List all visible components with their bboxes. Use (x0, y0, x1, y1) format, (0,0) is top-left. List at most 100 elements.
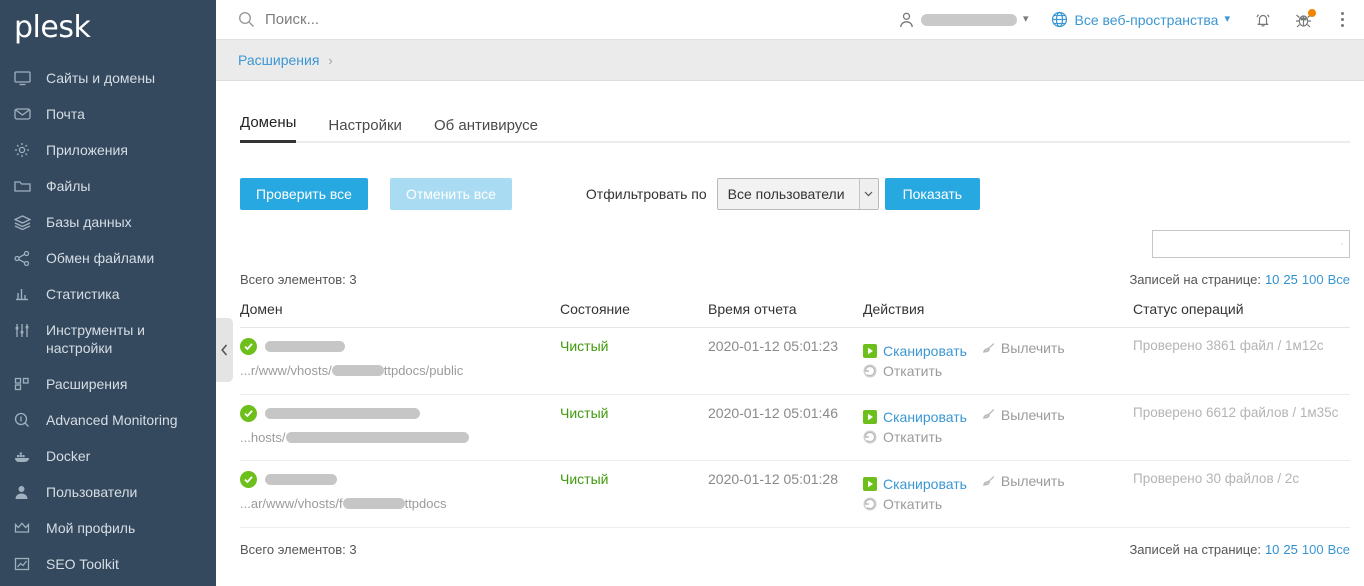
action-scan-label[interactable]: Сканировать (883, 474, 967, 494)
col-header-actions: Действия (863, 295, 1133, 328)
table-body: ...r/www/vhosts/ttpdocs/public Чистый 2020… (240, 327, 1350, 528)
action-scan[interactable]: Сканировать (863, 474, 967, 494)
bell-icon (1256, 13, 1270, 27)
action-scan[interactable]: Сканировать (863, 341, 967, 361)
cell-operation-status: Проверено 6612 файлов / 1м35с (1133, 394, 1350, 461)
filter-area: Отфильтровать по Все пользователи Показа… (585, 178, 981, 210)
domain-name-redacted (265, 341, 345, 352)
sidebar-item-label: Сайты и домены (46, 70, 156, 86)
per-page-25[interactable]: 25 (1283, 542, 1297, 557)
action-scan[interactable]: Сканировать (863, 407, 967, 427)
sidebar-item-label: Docker (46, 448, 91, 464)
chevron-left-icon (221, 344, 228, 356)
sidebar-collapse-handle[interactable] (216, 318, 233, 382)
user-icon (900, 12, 913, 27)
user-filter-select[interactable]: Все пользователи (716, 178, 879, 210)
per-page-100[interactable]: 100 (1302, 272, 1324, 287)
user-filter-value: Все пользователи (717, 179, 859, 209)
sidebar-item-tools-and-settings[interactable]: Инструменты и настройки (0, 312, 216, 366)
more-menu-button[interactable] (1335, 8, 1350, 31)
sidebar-item-my-profile[interactable]: Мой профиль (0, 510, 216, 546)
sidebar: plesk Сайты и домены Почта Приложения Фа… (0, 0, 216, 586)
share-icon (14, 249, 38, 267)
cell-actions: Сканировать Вылечить Откатить (863, 394, 1133, 461)
list-search-box[interactable] (1152, 230, 1350, 258)
search-icon[interactable] (1341, 237, 1343, 251)
cell-state: Чистый (560, 327, 708, 395)
check-circle-icon (240, 404, 257, 422)
list-search-row (240, 230, 1350, 258)
chevron-down-icon: ▾ (1224, 13, 1230, 25)
gear-icon (14, 141, 38, 159)
search-icon (238, 11, 254, 27)
per-page-all[interactable]: Все (1328, 272, 1350, 287)
sidebar-item-label: Мой профиль (46, 520, 136, 536)
cell-domain: ...ar/www/vhosts/f ttpdocs (240, 460, 560, 528)
show-button[interactable]: Показать (884, 178, 981, 210)
bug-button[interactable] (1294, 8, 1316, 29)
user-menu[interactable]: ▾ (899, 12, 1029, 28)
domain-path-suffix: ttpdocs/public (383, 363, 464, 378)
action-rollback: Откатить (863, 361, 942, 381)
top-bar: ▾ Все веб-пространства ▾ (216, 0, 1364, 40)
report-time: 2020-01-12 05:01:46 (708, 404, 838, 421)
per-page-100[interactable]: 100 (1302, 542, 1324, 557)
tab-settings[interactable]: Настройки (328, 117, 402, 143)
domain-name-row (240, 338, 560, 355)
docker-whale-icon (14, 447, 38, 465)
bar-chart-icon (14, 285, 38, 303)
notifications-button[interactable] (1254, 11, 1272, 29)
action-scan-label[interactable]: Сканировать (883, 341, 967, 361)
search-input[interactable] (265, 11, 565, 28)
cancel-all-button: Отменить все (389, 178, 512, 210)
tab-about-antivirus[interactable]: Об антивирусе (434, 117, 538, 143)
sidebar-item-docker[interactable]: Docker (0, 438, 216, 474)
sidebar-item-files[interactable]: Файлы (0, 168, 216, 204)
list-search-input[interactable] (1161, 235, 1341, 253)
domain-path: ...hosts/ (240, 430, 560, 445)
total-items-bottom: Всего элементов: 3 (240, 541, 357, 557)
select-chevron-down-icon[interactable] (858, 179, 878, 209)
sidebar-item-label: Файлы (46, 178, 91, 194)
action-scan-label[interactable]: Сканировать (883, 407, 967, 427)
sidebar-item-extensions[interactable]: Расширения (0, 366, 216, 402)
per-page-all[interactable]: Все (1328, 542, 1350, 557)
action-cure-label: Вылечить (1000, 473, 1065, 489)
per-page-label: Записей на странице: (1129, 541, 1261, 557)
breadcrumb-item-extensions[interactable]: Расширения (238, 52, 319, 68)
table-row: ...r/www/vhosts/ttpdocs/public Чистый 2020… (240, 327, 1350, 395)
action-rollback-label: Откатить (883, 362, 943, 379)
seo-chart-icon (14, 555, 38, 573)
global-search[interactable] (238, 11, 899, 28)
kebab-dot (1341, 24, 1344, 27)
sidebar-item-databases[interactable]: Базы данных (0, 204, 216, 240)
brush-icon (981, 408, 995, 422)
extensions-icon (14, 375, 38, 393)
sidebar-item-applications[interactable]: Приложения (0, 132, 216, 168)
domain-name-redacted (265, 407, 420, 419)
filter-label: Отфильтровать по (585, 186, 707, 202)
domain-path-redacted (285, 431, 469, 443)
webspace-selector[interactable]: Все веб-пространства ▾ (1051, 11, 1230, 28)
cell-operation-status: Проверено 30 файлов / 2с (1133, 460, 1350, 528)
sidebar-item-users[interactable]: Пользователи (0, 474, 216, 510)
sidebar-item-advanced-monitoring[interactable]: Advanced Monitoring (0, 402, 216, 438)
rollback-icon (863, 430, 877, 444)
domain-path-redacted (342, 498, 405, 509)
plesk-logo[interactable]: plesk (0, 0, 216, 56)
sidebar-item-sites-and-domains[interactable]: Сайты и домены (0, 60, 216, 96)
table-row: ...ar/www/vhosts/f ttpdocs Чистый 2020-01-1… (240, 460, 1350, 528)
sidebar-item-mail[interactable]: Почта (0, 96, 216, 132)
state-badge: Чистый (560, 471, 609, 487)
check-all-button[interactable]: Проверить все (240, 178, 368, 210)
per-page-10[interactable]: 10 (1265, 272, 1279, 287)
sidebar-item-label: Пользователи (46, 484, 138, 500)
sidebar-item-statistics[interactable]: Статистика (0, 276, 216, 312)
sidebar-item-file-sharing[interactable]: Обмен файлами (0, 240, 216, 276)
per-page-10[interactable]: 10 (1265, 542, 1279, 557)
per-page-25[interactable]: 25 (1283, 272, 1297, 287)
tab-domains[interactable]: Домены (240, 114, 297, 143)
database-icon (14, 213, 38, 231)
envelope-icon (14, 105, 38, 123)
sidebar-item-seo-toolkit[interactable]: SEO Toolkit (0, 546, 216, 582)
